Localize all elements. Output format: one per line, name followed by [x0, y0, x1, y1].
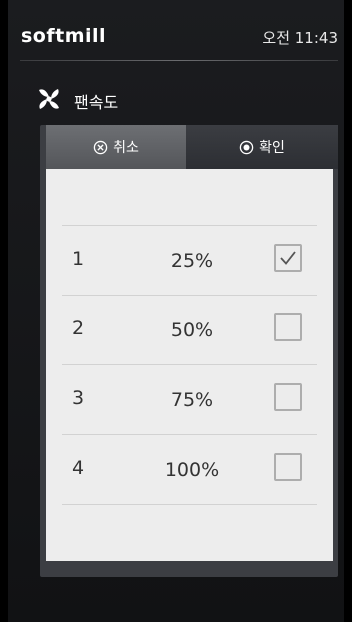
speed-option-row[interactable]: 4 100%	[62, 435, 317, 505]
radio-dot-icon	[239, 140, 254, 154]
speed-option-row[interactable]: 1 25%	[62, 225, 317, 296]
confirm-button[interactable]: 확인	[186, 125, 338, 169]
status-divider	[20, 60, 338, 61]
app-screen: softmill 오전 11:43 팬속도 취소 확인 1 25% 2 50% …	[8, 0, 344, 622]
option-number: 4	[72, 457, 85, 479]
option-checkbox[interactable]	[274, 313, 302, 341]
cancel-circle-icon	[93, 140, 108, 154]
clock: 오전 11:43	[262, 29, 338, 47]
option-checkbox[interactable]	[274, 383, 302, 411]
option-percent: 100%	[164, 459, 220, 481]
option-number: 1	[72, 248, 85, 270]
checkmark-icon	[280, 251, 296, 265]
speed-option-list: 1 25% 2 50% 3 75% 4 100%	[46, 169, 333, 561]
option-checkbox[interactable]	[274, 244, 302, 272]
option-percent: 25%	[170, 250, 214, 272]
fan-icon	[39, 89, 59, 109]
option-checkbox[interactable]	[274, 453, 302, 481]
cancel-label: 취소	[113, 140, 139, 156]
option-percent: 50%	[170, 319, 214, 341]
fan-speed-dialog: 취소 확인 1 25% 2 50% 3 75% 4 100%	[40, 125, 338, 577]
option-number: 2	[72, 317, 85, 339]
status-bar: softmill 오전 11:43	[8, 0, 344, 62]
option-percent: 75%	[170, 389, 214, 411]
speed-option-row[interactable]: 2 50%	[62, 295, 317, 365]
speed-option-row[interactable]: 3 75%	[62, 365, 317, 435]
cancel-button[interactable]: 취소	[46, 125, 186, 169]
option-number: 3	[72, 387, 85, 409]
confirm-label: 확인	[259, 140, 285, 156]
brand-logo: softmill	[21, 25, 107, 47]
page-title: 팬속도	[74, 93, 119, 112]
dialog-tabs: 취소 확인	[40, 125, 338, 169]
